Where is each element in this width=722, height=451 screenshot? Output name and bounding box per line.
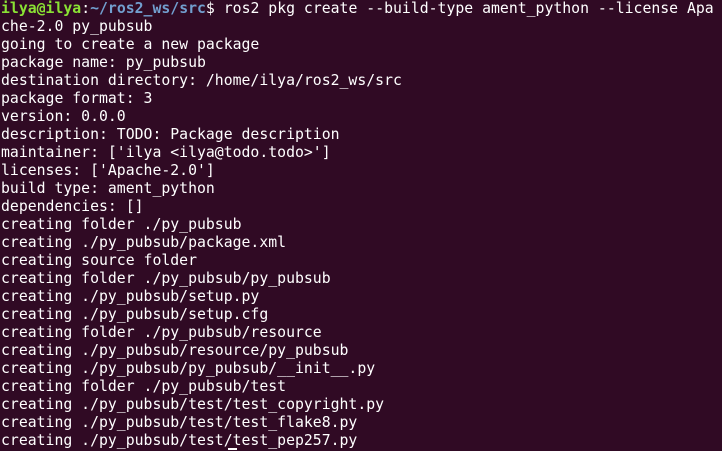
output-line: creating ./py_pubsub/setup.py — [1, 288, 260, 305]
output-line: maintainer: ['ilya <ilya@todo.todo>'] — [1, 144, 331, 161]
output-line: creating ./py_pubsub/package.xml — [1, 234, 287, 251]
command-output: going to create a new package package nam… — [1, 36, 722, 450]
prompt-path: ~/ros2_ws/src — [90, 0, 206, 17]
output-line: package format: 3 — [1, 90, 153, 107]
output-line: package name: py_pubsub — [1, 54, 206, 71]
output-line: creating source folder — [1, 252, 197, 269]
terminal-window[interactable]: ilya@ilya:~/ros2_ws/src$ ros2 pkg create… — [0, 0, 722, 451]
output-line: description: TODO: Package description — [1, 126, 340, 143]
output-line: creating folder ./py_pubsub — [1, 216, 242, 233]
output-line: creating folder ./py_pubsub/py_pubsub — [1, 270, 331, 287]
prompt-user-host: ilya@ilya — [1, 0, 82, 17]
output-line: creating folder ./py_pubsub/test — [1, 378, 287, 395]
output-line: creating ./py_pubsub/py_pubsub/__init__.… — [1, 360, 376, 377]
output-line: dependencies: [] — [1, 198, 144, 215]
prompt-line: ilya@ilya:~/ros2_ws/src$ ros2 pkg create… — [1, 0, 722, 18]
output-line: creating folder ./py_pubsub/resource — [1, 324, 322, 341]
output-line: going to create a new package — [1, 36, 260, 53]
output-line: build type: ament_python — [1, 180, 215, 197]
prompt-symbol: $ — [205, 0, 224, 17]
output-line: version: 0.0.0 — [1, 108, 126, 125]
text-cursor — [228, 448, 237, 450]
output-line: licenses: ['Apache-2.0'] — [1, 162, 215, 179]
output-line: creating ./py_pubsub/resource/py_pubsub — [1, 342, 349, 359]
output-line: creating ./py_pubsub/test/test_flake8.py — [1, 414, 358, 431]
command-text: ros2 pkg create --build-type ament_pytho… — [223, 0, 714, 17]
output-line: destination directory: /home/ilya/ros2_w… — [1, 72, 402, 89]
prompt-separator: : — [81, 0, 91, 17]
output-line: creating ./py_pubsub/test/test_pep257.py — [1, 432, 358, 449]
output-line: creating ./py_pubsub/setup.cfg — [1, 306, 269, 323]
command-text-wrap: che-2.0 py_pubsub — [1, 18, 153, 35]
output-line: creating ./py_pubsub/test/test_copyright… — [1, 396, 385, 413]
